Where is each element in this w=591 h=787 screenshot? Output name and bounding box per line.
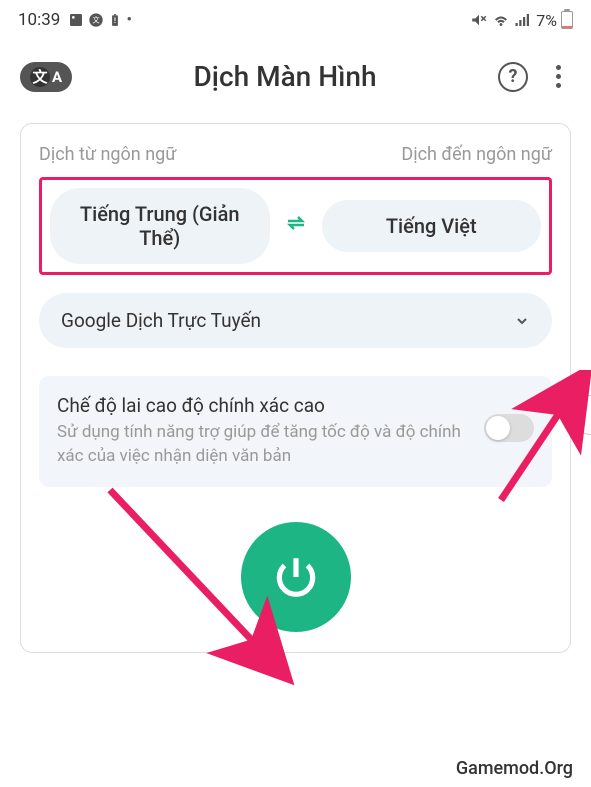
floating-tab[interactable] <box>571 395 591 435</box>
hybrid-toggle[interactable] <box>484 414 534 442</box>
status-notification-icons: 文 ! • <box>68 10 132 30</box>
hybrid-description: Sử dụng tính năng trợ giúp để tăng tốc đ… <box>57 421 469 469</box>
status-bar: 10:39 文 ! • 7% <box>0 0 591 40</box>
page-title: Dịch Màn Hình <box>90 60 480 93</box>
language-selector-row: Tiếng Trung (Giản Thể) Tiếng Việt <box>39 177 552 275</box>
translate-icon: 文 <box>88 12 104 28</box>
image-icon <box>68 12 84 28</box>
status-right: 7% <box>470 11 573 30</box>
language-labels: Dịch từ ngôn ngữ Dịch đến ngôn ngữ <box>39 144 552 165</box>
signal-icon <box>514 11 532 29</box>
svg-text:文: 文 <box>93 16 101 25</box>
more-menu-icon[interactable] <box>546 65 571 88</box>
power-button[interactable] <box>241 522 351 632</box>
status-time: 10:39 <box>18 10 60 30</box>
chevron-left-icon <box>578 409 586 421</box>
battery-percent: 7% <box>536 11 557 30</box>
status-left: 10:39 文 ! • <box>18 10 132 30</box>
translate-badge-char-1: 文 <box>30 67 50 87</box>
translation-provider-dropdown[interactable]: Google Dịch Trực Tuyến <box>39 293 552 348</box>
wifi-icon <box>492 11 510 29</box>
main-card: Dịch từ ngôn ngữ Dịch đến ngôn ngữ Tiếng… <box>20 123 571 653</box>
translate-badge-char-2: A <box>52 68 62 86</box>
volume-mute-icon <box>470 11 488 29</box>
battery-icon <box>561 11 573 29</box>
from-language-label: Dịch từ ngôn ngữ <box>39 144 176 165</box>
toggle-knob <box>486 416 510 440</box>
swap-languages-icon[interactable] <box>280 211 312 241</box>
battery-alert-icon: ! <box>108 12 122 28</box>
provider-name: Google Dịch Trực Tuyến <box>61 309 261 332</box>
svg-text:!: ! <box>114 17 116 25</box>
to-language-label: Dịch đến ngôn ngữ <box>401 144 552 165</box>
translate-badge-icon[interactable]: 文A <box>20 62 72 92</box>
watermark: Gamemod.Org <box>456 758 573 779</box>
hybrid-title: Chế độ lai cao độ chính xác cao <box>57 394 469 417</box>
power-icon <box>271 552 321 602</box>
chevron-down-icon <box>514 313 530 329</box>
from-language-button[interactable]: Tiếng Trung (Giản Thể) <box>50 188 270 264</box>
status-dot: • <box>126 10 132 30</box>
hybrid-mode-row: Chế độ lai cao độ chính xác cao Sử dụng … <box>39 376 552 487</box>
to-language-button[interactable]: Tiếng Việt <box>322 200 542 252</box>
hybrid-text: Chế độ lai cao độ chính xác cao Sử dụng … <box>57 394 469 469</box>
help-icon[interactable]: ? <box>498 62 528 92</box>
app-header: 文A Dịch Màn Hình ? <box>0 40 591 123</box>
